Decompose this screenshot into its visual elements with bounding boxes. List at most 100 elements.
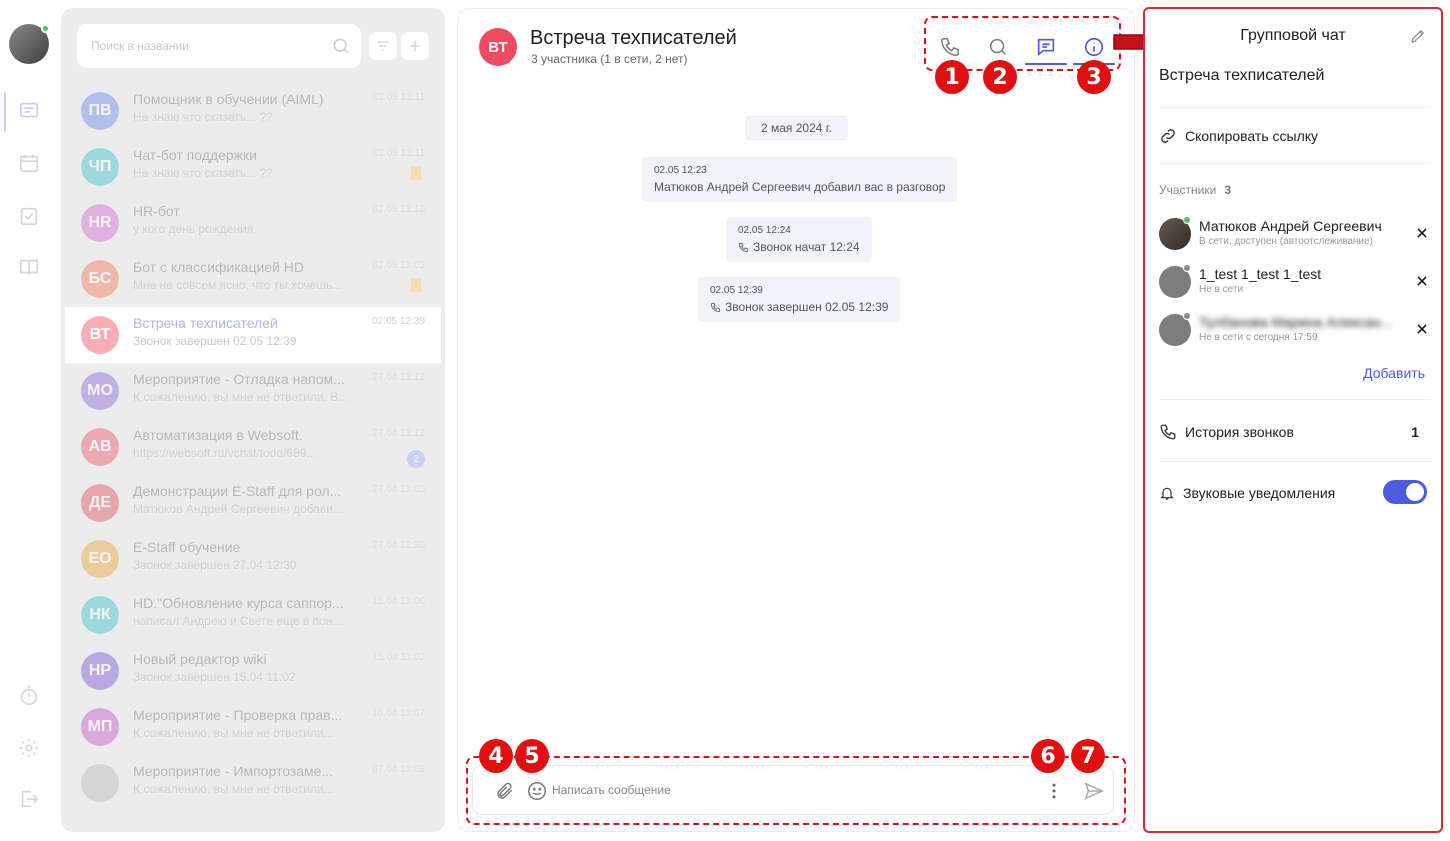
sound-notifications-toggle[interactable] xyxy=(1383,480,1427,504)
chat-item-time: 15.04 11:02 xyxy=(372,652,425,663)
message-text: Звонок начат 12:24 xyxy=(753,240,860,254)
active-nav-indicator xyxy=(4,92,6,132)
chat-list-item[interactable]: НК HD."Обновление курса саппор... написал … xyxy=(65,587,441,643)
system-message: 02.05 12:39 Звонок завершен 02.05 12:39 xyxy=(698,277,901,322)
phone-icon xyxy=(738,242,749,252)
search-input[interactable]: Поиск в названии xyxy=(77,24,361,68)
close-icon[interactable] xyxy=(1413,272,1431,290)
send-icon[interactable] xyxy=(1082,779,1106,803)
message-time: 02.05 12:24 xyxy=(738,225,791,236)
participants-count: 3 xyxy=(1224,183,1232,197)
annotation-6: 6 xyxy=(1031,739,1065,773)
paperclip-icon[interactable] xyxy=(493,779,517,803)
emoji-icon[interactable] xyxy=(525,779,549,803)
copy-link-label: Скопировать ссылку xyxy=(1185,128,1319,144)
message-body: Матюков Андрей Сергеевич добавил вас в р… xyxy=(654,180,945,194)
participant-item[interactable]: Матюков Андрей Сергеевич В сети, доступен… xyxy=(1159,216,1431,252)
chat-item-time: 27.04 12:30 xyxy=(372,540,425,551)
new-chat-button[interactable] xyxy=(401,32,429,60)
chat-item-avatar: ДЕ xyxy=(81,484,119,522)
info-chat-name: Встреча техписателей xyxy=(1159,67,1325,84)
add-member-button[interactable]: Добавить xyxy=(1363,365,1425,381)
participant-item[interactable]: 1_test 1_test 1_test Не в сети xyxy=(1159,264,1431,300)
call-history-button[interactable]: История звонков xyxy=(1159,420,1294,444)
phone-icon xyxy=(1160,424,1176,440)
gear-icon[interactable] xyxy=(17,736,41,760)
close-icon[interactable] xyxy=(1413,224,1431,242)
participant-name: 1_test 1_test 1_test xyxy=(1199,266,1322,282)
chat-item-avatar: АВ xyxy=(81,428,119,466)
chat-list-item[interactable]: МО Мероприятие - Отладка напом... К сожале… xyxy=(65,363,441,419)
more-options-icon[interactable] xyxy=(1042,779,1066,803)
divider xyxy=(1159,461,1431,462)
chat-list-item[interactable]: НР Новый редактор wiki Звонок завершен 15.… xyxy=(65,643,441,699)
chat-list-item[interactable]: МП Мероприятие - Проверка прав... К сожале… xyxy=(65,699,441,755)
search-icon[interactable] xyxy=(331,36,351,61)
chat-item-name: Демонстрации E-Staff для рол... xyxy=(133,483,342,499)
message-composer[interactable]: Написать сообщение xyxy=(472,765,1114,815)
chat-item-avatar: НК xyxy=(81,596,119,634)
chat-list-item[interactable]: ПВ Помощник в обучении (AIML) Не знаю что … xyxy=(65,83,441,139)
participant-item[interactable]: Тулбанова Марина Алексан... Не в сети с с… xyxy=(1159,312,1431,348)
chat-icon[interactable] xyxy=(17,99,41,123)
info-panel-title: Групповой чат xyxy=(1240,27,1346,44)
chat-item-avatar: МП xyxy=(81,708,119,746)
info-icon[interactable] xyxy=(1082,35,1106,59)
chat-item-name: Мероприятие - Проверка прав... xyxy=(133,707,343,723)
chat-list-item[interactable]: ЕО E-Staff обучение Звонок завершен 27.04 … xyxy=(65,531,441,587)
tab-underline xyxy=(1025,63,1067,65)
close-icon[interactable] xyxy=(1413,320,1431,338)
annotation-4: 4 xyxy=(479,739,513,773)
participants-label: Участники 3 xyxy=(1159,183,1231,197)
chat-item-time: 02.05 13:10 xyxy=(372,204,425,215)
pencil-icon[interactable] xyxy=(1409,27,1427,50)
chat-item-preview: К сожалению, вы мне не ответили. В... xyxy=(133,390,349,404)
chat-list-item[interactable]: Мероприятие - Импортозаме... К сожалению,… xyxy=(65,755,441,811)
chat-item-avatar: БС xyxy=(81,260,119,298)
participants-label-text: Участники xyxy=(1159,183,1217,197)
chat-subtitle: 3 участника (1 в сети, 2 нет) xyxy=(531,52,688,66)
book-icon[interactable] xyxy=(17,255,41,279)
chat-list-item[interactable]: ДЕ Демонстрации E-Staff для рол... Матюков… xyxy=(65,475,441,531)
chat-item-name: Автоматизация в Websoft. xyxy=(133,427,303,443)
chat-item-preview: Не знаю что сказать... ?? xyxy=(133,166,273,180)
status-dot xyxy=(1183,216,1191,224)
chat-item-name: Помощник в обучении (AIML) xyxy=(133,91,324,107)
filter-button[interactable] xyxy=(369,32,397,60)
search-icon[interactable] xyxy=(986,35,1010,59)
chat-list-item[interactable]: ВТ Встреча техписателей Звонок завершен 02… xyxy=(65,307,441,363)
tasks-icon[interactable] xyxy=(17,204,41,228)
chat-list-item[interactable]: ЧП Чат-бот поддержки Не знаю что сказать..… xyxy=(65,139,441,195)
chat-avatar: ВТ xyxy=(479,28,517,66)
chat-title: Встреча техписателей xyxy=(530,27,737,49)
user-avatar[interactable] xyxy=(9,24,50,64)
bookmark-icon[interactable] xyxy=(411,278,421,292)
copy-link-button[interactable]: Скопировать ссылку xyxy=(1159,124,1318,148)
calendar-icon[interactable] xyxy=(17,151,41,175)
link-icon xyxy=(1161,129,1175,143)
message-input[interactable]: Написать сообщение xyxy=(552,783,671,797)
participant-name: Матюков Андрей Сергеевич xyxy=(1199,218,1382,234)
message-time: 02.05 12:39 xyxy=(710,285,763,296)
chat-panel: ВТ Встреча техписателей 3 участника (1 в… xyxy=(457,8,1135,832)
chat-list-item[interactable]: АВ Автоматизация в Websoft. https://websof… xyxy=(65,419,441,475)
annotation-1: 1 xyxy=(935,60,969,94)
chat-list-item[interactable]: HR HR-бот у кого день рождения 02.05 13:10 xyxy=(65,195,441,251)
logout-icon[interactable] xyxy=(17,787,41,811)
chat-item-name: HR-бот xyxy=(133,203,180,219)
unread-badge: 2 xyxy=(407,450,425,468)
date-divider: 2 мая 2024 г. xyxy=(745,115,848,141)
chat-bubble-icon[interactable] xyxy=(1034,35,1058,59)
chat-list-item[interactable]: БС Бот с классификацией HD Мне не совсем я… xyxy=(65,251,441,307)
chat-item-avatar: HR xyxy=(81,204,119,242)
annotation-7: 7 xyxy=(1071,739,1105,773)
chat-item-time: 02.05 13:11 xyxy=(372,148,425,159)
bell-icon xyxy=(1160,487,1174,500)
phone-icon[interactable] xyxy=(938,35,962,59)
chat-item-name: Мероприятие - Отладка напом... xyxy=(133,371,345,387)
chat-item-avatar: МО xyxy=(81,372,119,410)
timer-icon[interactable] xyxy=(17,684,41,708)
chat-item-preview: Звонок завершен 27.04 12:30 xyxy=(133,558,297,572)
bookmark-icon[interactable] xyxy=(411,166,421,180)
participant-status: Не в сети с сегодня 17:59 xyxy=(1199,332,1318,343)
